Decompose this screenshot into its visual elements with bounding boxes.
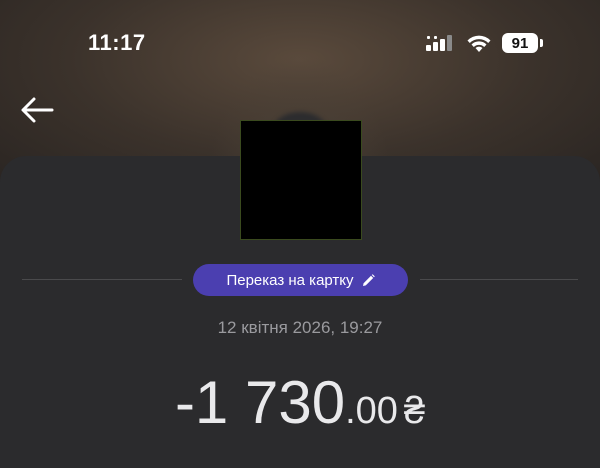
back-button[interactable]	[18, 92, 58, 128]
battery-tip	[540, 39, 543, 47]
pencil-icon	[362, 273, 375, 286]
transaction-type-badge[interactable]: Переказ на картку	[193, 264, 408, 296]
battery-level: 91	[511, 34, 529, 52]
battery-indicator: 91	[502, 33, 538, 53]
divider-right	[420, 279, 578, 280]
transaction-amount: -1 730.00 ₴	[0, 368, 600, 437]
status-time: 11:17	[88, 30, 146, 55]
amount-cents: .00	[345, 390, 398, 432]
status-bar: 11:17 91	[0, 0, 600, 80]
transaction-date: 12 квітня 2026, 19:27	[217, 318, 383, 337]
cellular-signal-icon	[426, 35, 452, 51]
transaction-details-screen: 11:17 91 Переказ на картку 12 квітня 202…	[0, 0, 600, 468]
amount-integer: -1 730	[174, 369, 346, 436]
divider-left	[22, 279, 182, 280]
recipient-avatar	[240, 120, 362, 240]
currency-symbol: ₴	[403, 390, 426, 432]
wifi-icon	[467, 35, 491, 52]
arrow-left-icon	[21, 97, 54, 123]
transaction-type-label: Переказ на картку	[226, 271, 354, 289]
